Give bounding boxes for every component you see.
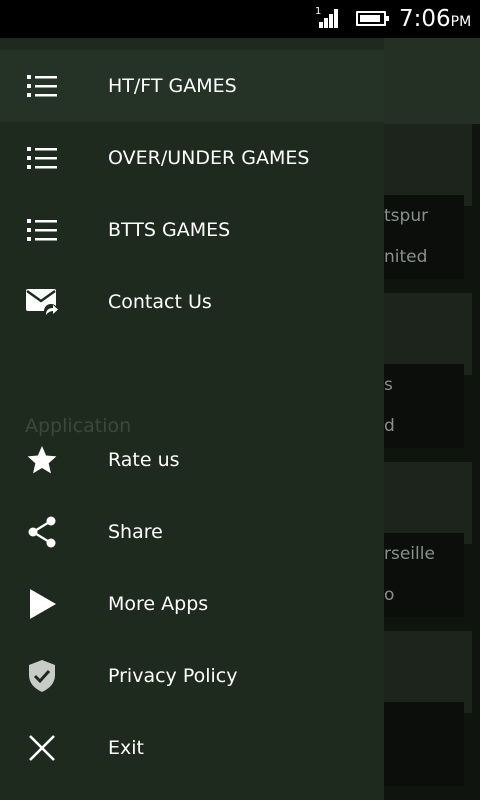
close-icon [24, 730, 60, 766]
play-icon [24, 586, 60, 622]
drawer-item-exit[interactable]: Exit [0, 712, 384, 784]
share-icon [24, 514, 60, 550]
bg-section [384, 631, 472, 713]
drawer-item-label: Rate us [108, 449, 180, 471]
drawer-item-privacy-policy[interactable]: Privacy Policy [0, 640, 384, 712]
shield-check-icon [24, 658, 60, 694]
bg-text: d [384, 416, 395, 436]
drawer-item-contact-us[interactable]: Contact Us [0, 266, 384, 338]
bg-text: tspur [384, 206, 429, 226]
clock: 7:06PM [399, 6, 471, 32]
drawer-item-label: Exit [108, 737, 144, 759]
drawer-item-btts-games[interactable]: BTTS GAMES [0, 194, 384, 266]
bg-section [384, 124, 472, 206]
bg-text: s [384, 375, 393, 395]
status-bar: 1 7:06PM [0, 0, 480, 38]
drawer-item-htft-games[interactable]: HT/FT GAMES [0, 50, 384, 122]
bg-section [384, 462, 472, 544]
drawer-item-label: HT/FT GAMES [108, 75, 237, 97]
bg-section [384, 293, 472, 375]
battery-icon [356, 11, 389, 26]
drawer-item-more-apps[interactable]: More Apps [0, 568, 384, 640]
bg-card [384, 702, 464, 786]
drawer-item-label: Share [108, 521, 163, 543]
navigation-drawer: HT/FT GAMES OVER/UNDER GAMES BTTS GAMES [0, 38, 384, 800]
bg-text: nited [384, 247, 428, 267]
clock-ampm: PM [450, 14, 472, 30]
drawer-item-label: Privacy Policy [108, 665, 238, 687]
drawer-item-label: OVER/UNDER GAMES [108, 147, 310, 169]
signal-icon: 1 [315, 6, 339, 28]
mail-forward-icon [24, 284, 60, 320]
list-icon [24, 68, 60, 104]
list-icon [24, 212, 60, 248]
drawer-item-label: Contact Us [108, 291, 212, 313]
drawer-divider [0, 395, 384, 396]
signal-label: 1 [315, 6, 322, 17]
star-icon [24, 442, 60, 478]
drawer-item-over-under-games[interactable]: OVER/UNDER GAMES [0, 122, 384, 194]
list-icon [24, 140, 60, 176]
drawer-item-share[interactable]: Share [0, 496, 384, 568]
bg-text: o [384, 585, 395, 605]
clock-time: 7:06 [399, 6, 451, 32]
drawer-item-label: More Apps [108, 593, 209, 615]
drawer-item-rate-us[interactable]: Rate us [0, 424, 384, 496]
bg-text: rseille [384, 544, 435, 564]
drawer-item-label: BTTS GAMES [108, 219, 231, 241]
